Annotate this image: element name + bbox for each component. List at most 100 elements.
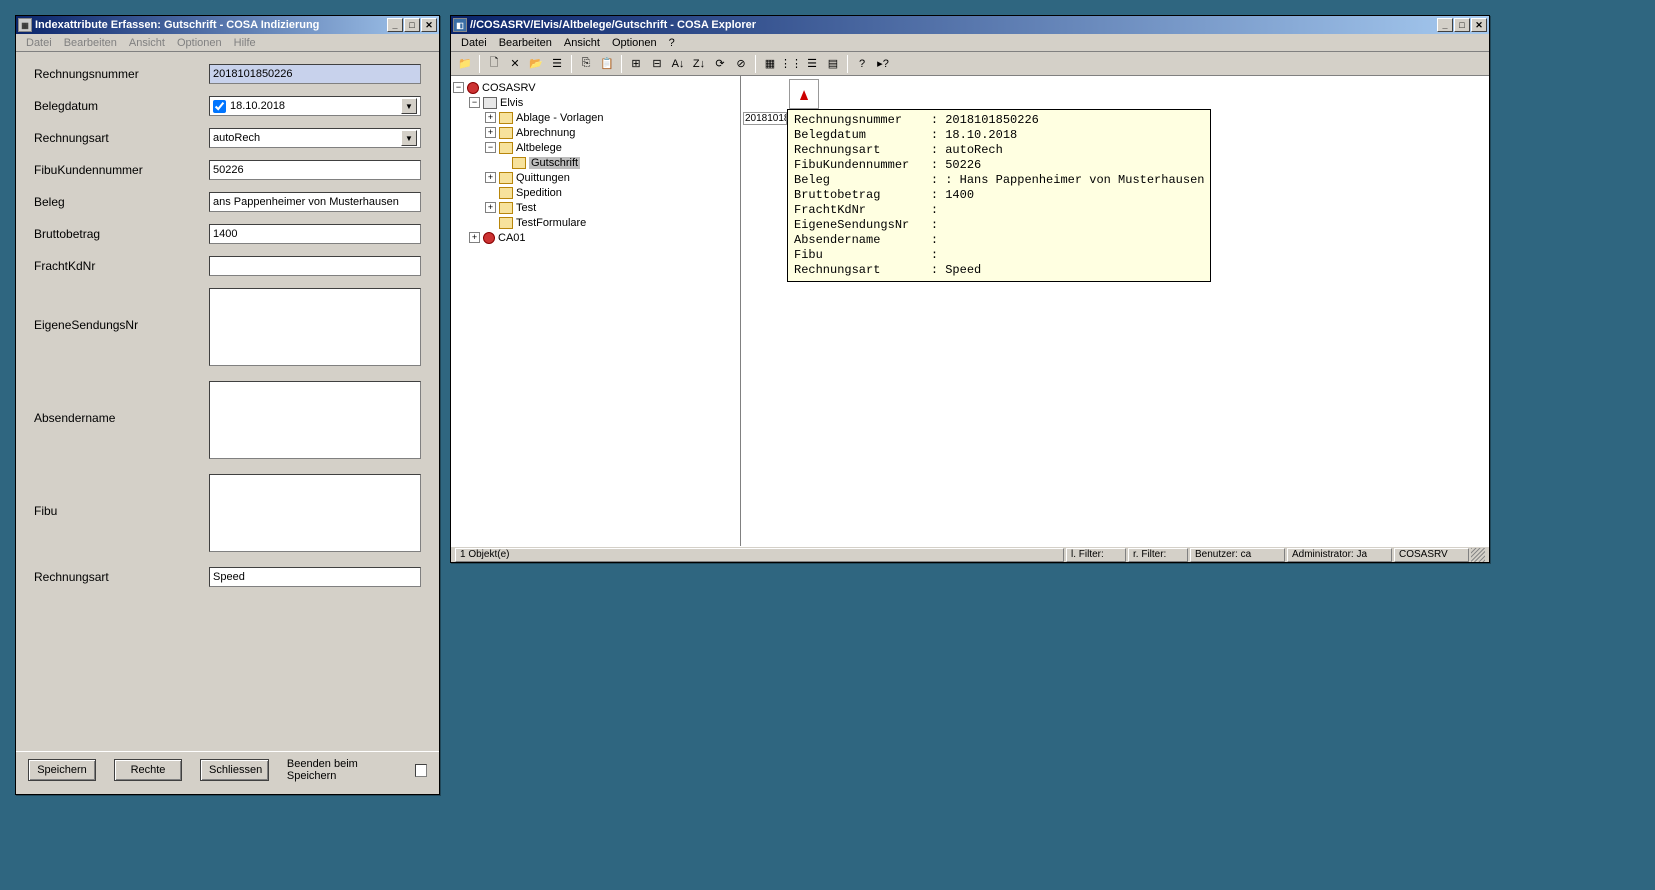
rights-button[interactable]: Rechte bbox=[114, 759, 182, 781]
toolbar: 📁 🗋 ✕ 📂 ☰ ⎘ 📋 ⊞ ⊟ A↓ Z↓ ⟳ ⊘ ▦ ⋮⋮ ☰ ▤ ? ▸… bbox=[451, 52, 1489, 76]
label-frachtkdnr: FrachtKdNr bbox=[34, 256, 209, 273]
indexing-window: ▦ Indexattribute Erfassen: Gutschrift - … bbox=[15, 15, 440, 795]
label-belegdatum: Belegdatum bbox=[34, 96, 209, 113]
app-icon: ▦ bbox=[18, 18, 32, 32]
whats-this-icon[interactable]: ▸? bbox=[873, 54, 893, 74]
label-rechnungsnummer: Rechnungsnummer bbox=[34, 64, 209, 81]
open-icon[interactable]: 📂 bbox=[526, 54, 546, 74]
textarea-absendername[interactable] bbox=[209, 381, 421, 459]
textarea-fibu[interactable] bbox=[209, 474, 421, 552]
input-rechnungsart2[interactable] bbox=[209, 567, 421, 587]
save-button[interactable]: Speichern bbox=[28, 759, 96, 781]
label-fibu: Fibu bbox=[34, 474, 209, 518]
minimize-button[interactable]: _ bbox=[1437, 18, 1453, 32]
status-server: COSASRV bbox=[1394, 548, 1469, 562]
menu-help[interactable]: ? bbox=[663, 35, 681, 51]
menu-bearbeiten[interactable]: Bearbeiten bbox=[58, 35, 123, 51]
maximize-button[interactable]: □ bbox=[404, 18, 420, 32]
folder-icon bbox=[499, 202, 513, 214]
server-icon bbox=[483, 232, 495, 244]
status-user: Benutzer: ca bbox=[1190, 548, 1285, 562]
stop-icon[interactable]: ⊘ bbox=[731, 54, 751, 74]
close-button2[interactable]: Schliessen bbox=[200, 759, 269, 781]
input-rechnungsnummer[interactable] bbox=[209, 64, 421, 84]
up-folder-icon[interactable]: 📁 bbox=[455, 54, 475, 74]
help-icon[interactable]: ? bbox=[852, 54, 872, 74]
check-belegdatum[interactable] bbox=[213, 100, 226, 113]
server-icon bbox=[467, 82, 479, 94]
delete-icon[interactable]: ✕ bbox=[505, 54, 525, 74]
label-fibukundennummer: FibuKundennummer bbox=[34, 160, 209, 177]
input-fibukundennummer[interactable] bbox=[209, 160, 421, 180]
new-icon[interactable]: 🗋 bbox=[484, 54, 504, 74]
folder-icon bbox=[499, 172, 513, 184]
status-lfilter: l. Filter: bbox=[1066, 548, 1126, 562]
expand-icon[interactable]: + bbox=[485, 127, 496, 138]
label-bruttobetrag: Bruttobetrag bbox=[34, 224, 209, 241]
statusbar: 1 Objekt(e) l. Filter: r. Filter: Benutz… bbox=[451, 546, 1489, 562]
tree1-icon[interactable]: ⊞ bbox=[626, 54, 646, 74]
pdf-icon[interactable] bbox=[789, 79, 819, 109]
chevron-down-icon[interactable]: ▼ bbox=[401, 130, 417, 146]
view-large-icon[interactable]: ▦ bbox=[760, 54, 780, 74]
menu-ansicht[interactable]: Ansicht bbox=[558, 35, 606, 51]
view-small-icon[interactable]: ⋮⋮ bbox=[781, 54, 801, 74]
folder-tree[interactable]: −COSASRV −Elvis +Ablage - Vorlagen +Abre… bbox=[451, 76, 741, 546]
collapse-icon[interactable]: − bbox=[469, 97, 480, 108]
combo-rechnungsart[interactable]: autoRech▼ bbox=[209, 128, 421, 148]
chevron-down-icon[interactable]: ▼ bbox=[401, 98, 417, 114]
label-rechnungsart2: Rechnungsart bbox=[34, 567, 209, 584]
db-icon bbox=[483, 97, 497, 109]
menu-datei[interactable]: Datei bbox=[455, 35, 493, 51]
window-title2: //COSASRV/Elvis/Altbelege/Gutschrift - C… bbox=[470, 19, 1437, 31]
app-icon: ◧ bbox=[453, 18, 467, 32]
label-eigenesendungsnr: EigeneSendungsNr bbox=[34, 288, 209, 332]
close-button[interactable]: ✕ bbox=[421, 18, 437, 32]
close-button[interactable]: ✕ bbox=[1471, 18, 1487, 32]
copy-icon[interactable]: ⎘ bbox=[576, 54, 596, 74]
props-icon[interactable]: ☰ bbox=[547, 54, 567, 74]
tree2-icon[interactable]: ⊟ bbox=[647, 54, 667, 74]
checkbox-beenden[interactable] bbox=[415, 764, 427, 777]
paste-icon[interactable]: 📋 bbox=[597, 54, 617, 74]
expand-icon[interactable]: + bbox=[485, 202, 496, 213]
collapse-icon[interactable]: − bbox=[453, 82, 464, 93]
menu-hilfe[interactable]: Hilfe bbox=[228, 35, 262, 51]
titlebar2[interactable]: ◧ //COSASRV/Elvis/Altbelege/Gutschrift -… bbox=[451, 16, 1489, 34]
collapse-icon[interactable]: − bbox=[485, 142, 496, 153]
refresh-icon[interactable]: ⟳ bbox=[710, 54, 730, 74]
menu-optionen[interactable]: Optionen bbox=[171, 35, 228, 51]
view-details-icon[interactable]: ▤ bbox=[823, 54, 843, 74]
input-beleg[interactable] bbox=[209, 192, 421, 212]
window-title: Indexattribute Erfassen: Gutschrift - CO… bbox=[35, 19, 387, 31]
expand-icon[interactable]: + bbox=[485, 112, 496, 123]
menu-bearbeiten[interactable]: Bearbeiten bbox=[493, 35, 558, 51]
resize-grip[interactable] bbox=[1471, 548, 1485, 562]
view-list-icon[interactable]: ☰ bbox=[802, 54, 822, 74]
menu-ansicht[interactable]: Ansicht bbox=[123, 35, 171, 51]
folder-icon bbox=[499, 142, 513, 154]
sort-za-icon[interactable]: Z↓ bbox=[689, 54, 709, 74]
explorer-window: ◧ //COSASRV/Elvis/Altbelege/Gutschrift -… bbox=[450, 15, 1490, 563]
combo-belegdatum[interactable]: 18.10.2018▼ bbox=[209, 96, 421, 116]
expand-icon[interactable]: + bbox=[485, 172, 496, 183]
menubar2: Datei Bearbeiten Ansicht Optionen ? bbox=[451, 34, 1489, 52]
label-absendername: Absendername bbox=[34, 381, 209, 425]
input-frachtkdnr[interactable] bbox=[209, 256, 421, 276]
input-bruttobetrag[interactable] bbox=[209, 224, 421, 244]
sort-az-icon[interactable]: A↓ bbox=[668, 54, 688, 74]
thumb-label[interactable]: 20181018 bbox=[743, 112, 787, 125]
content-pane: 20181018 Rechnungsnummer : 2018101850226… bbox=[741, 76, 1489, 546]
maximize-button[interactable]: □ bbox=[1454, 18, 1470, 32]
titlebar[interactable]: ▦ Indexattribute Erfassen: Gutschrift - … bbox=[16, 16, 439, 34]
folder-icon bbox=[499, 217, 513, 229]
folder-icon bbox=[499, 127, 513, 139]
minimize-button[interactable]: _ bbox=[387, 18, 403, 32]
expand-icon[interactable]: + bbox=[469, 232, 480, 243]
menu-datei[interactable]: Datei bbox=[20, 35, 58, 51]
label-rechnungsart: Rechnungsart bbox=[34, 128, 209, 145]
menu-optionen[interactable]: Optionen bbox=[606, 35, 663, 51]
tree-selected[interactable]: Gutschrift bbox=[529, 157, 580, 169]
folder-icon bbox=[499, 112, 513, 124]
textarea-eigenesendungsnr[interactable] bbox=[209, 288, 421, 366]
